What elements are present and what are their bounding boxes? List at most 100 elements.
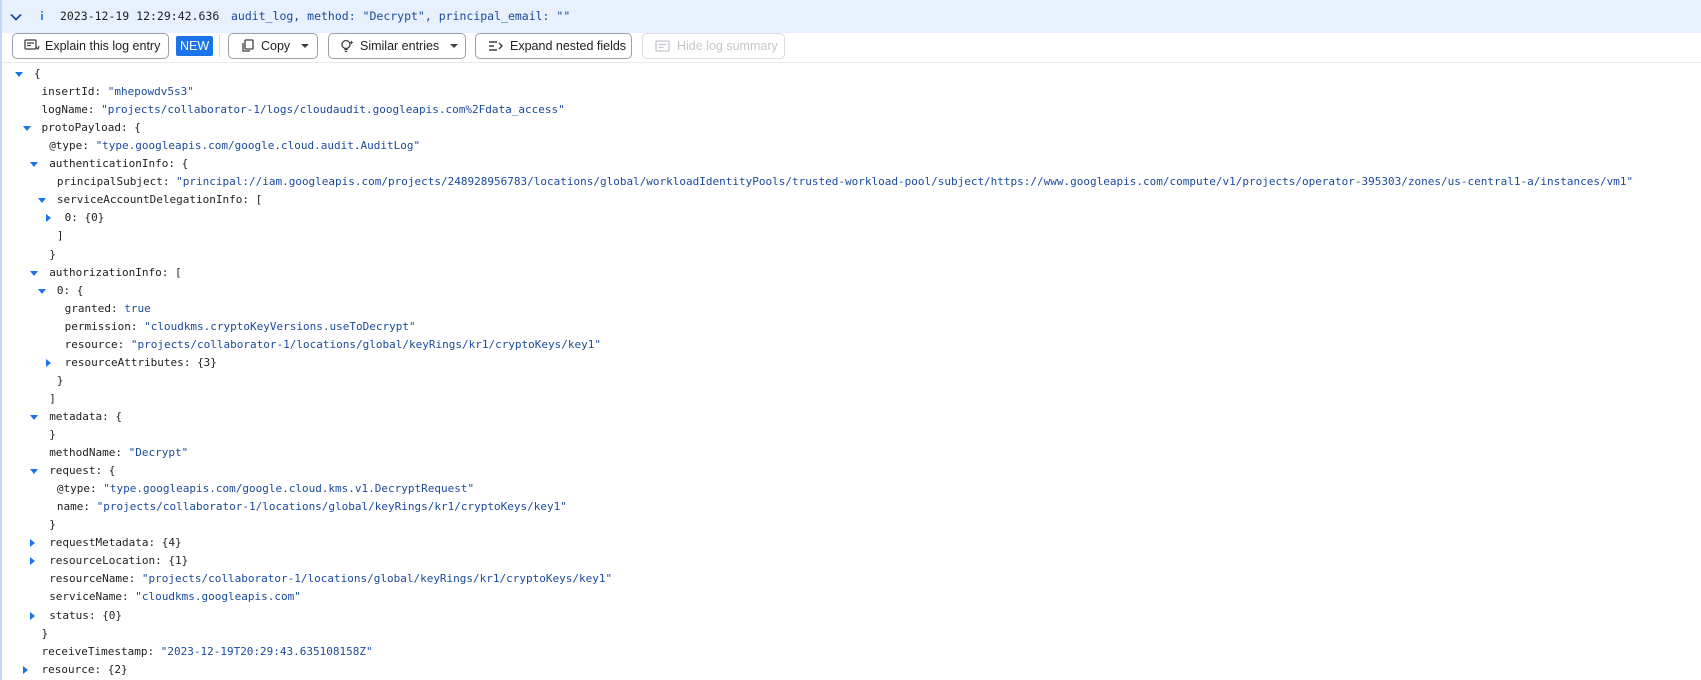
expand-triangle-icon[interactable] (45, 214, 51, 223)
expand-triangle-icon[interactable] (45, 358, 51, 367)
collapse-triangle-icon[interactable] (30, 414, 39, 420)
collapse-triangle-icon[interactable] (15, 72, 23, 77)
field-key: 0 (56, 283, 64, 297)
open-bracket: {1} (168, 554, 189, 568)
field-value: "mhepowdv5s3" (107, 85, 194, 99)
close-bracket: } (49, 247, 56, 261)
expand-nested-label: Expand nested fields (510, 39, 627, 53)
key-colon: : (162, 175, 177, 189)
field-key: resourceLocation (49, 554, 156, 568)
field-key: methodName (49, 446, 116, 460)
expand-triangle-icon[interactable] (22, 665, 28, 674)
open-bracket: {2} (107, 662, 128, 676)
collapse-triangle-icon[interactable] (37, 288, 46, 294)
entry-selection-bar (0, 0, 2, 680)
close-bracket: } (56, 373, 64, 387)
hide-log-summary-button[interactable]: Hide log summary (642, 33, 785, 59)
open-bracket: { (108, 464, 116, 478)
key-colon: : (147, 644, 161, 658)
key-colon: : (90, 482, 104, 496)
lightbulb-icon (341, 39, 354, 53)
key-colon: : (115, 446, 129, 460)
field-value: "projects/collaborator-1/locations/globa… (141, 572, 613, 586)
field-key: receiveTimestamp (41, 644, 148, 658)
field-value: "type.googleapis.com/google.cloud.kms.v1… (103, 482, 475, 496)
field-value: "projects/collaborator-1/locations/globa… (130, 337, 602, 351)
key-colon: : (120, 121, 135, 135)
explain-icon (24, 39, 40, 51)
key-colon: : (128, 572, 142, 586)
toolbar-divider (219, 35, 220, 57)
key-colon: : (168, 157, 182, 171)
key-colon: : (130, 319, 145, 333)
key-colon: : (88, 608, 103, 622)
log-summary-row[interactable]: 2023-12-19 12:29:42.636 audit_log, metho… (2, 0, 1701, 33)
field-key: resource (64, 337, 118, 351)
field-key: permission (64, 319, 131, 333)
info-icon (41, 11, 43, 20)
field-key: resourceName (49, 572, 129, 586)
copy-button[interactable]: Copy (228, 33, 318, 59)
caret-down-icon (301, 44, 310, 48)
key-colon: : (122, 590, 136, 604)
new-badge: NEW (176, 36, 214, 56)
field-value: "cloudkms.googleapis.com" (135, 590, 301, 604)
similar-entries-label: Similar entries (360, 39, 440, 53)
key-colon: : (94, 662, 108, 676)
close-bracket: } (49, 428, 56, 441)
field-value: "2023-12-19T20:29:43.635108158Z" (160, 644, 373, 658)
field-key: requestMetadata (49, 536, 149, 550)
toolbar-divider-line (2, 62, 1701, 63)
chevron-down-icon[interactable] (8, 9, 24, 25)
collapse-triangle-icon[interactable] (30, 270, 39, 276)
field-key: metadata (49, 409, 103, 423)
field-key: principalSubject (56, 175, 163, 189)
expand-triangle-icon[interactable] (30, 557, 36, 566)
expand-nested-fields-button[interactable]: Expand nested fields (475, 33, 632, 59)
field-value: "principal://iam.googleapis.com/projects… (176, 175, 1634, 189)
key-colon: : (95, 464, 109, 478)
field-key: authorizationInfo (49, 265, 162, 279)
expand-triangle-icon[interactable] (30, 611, 36, 620)
field-key: @type (56, 482, 91, 496)
copy-label: Copy (261, 39, 291, 53)
log-entry-toolbar: Explain this log entry NEW Copy Similar … (2, 33, 1701, 63)
key-colon: : (87, 103, 102, 117)
caret-down-icon (450, 44, 459, 48)
open-bracket: { (34, 67, 41, 80)
collapse-triangle-icon[interactable] (37, 198, 46, 204)
open-bracket: [ (255, 193, 263, 207)
close-bracket: } (41, 626, 49, 640)
field-value: "projects/collaborator-1/locations/globa… (96, 500, 567, 514)
collapse-triangle-icon[interactable] (30, 162, 39, 168)
open-bracket: {3} (197, 355, 217, 369)
key-colon: : (63, 283, 77, 297)
key-colon: : (83, 500, 97, 514)
field-value: true (124, 301, 151, 315)
open-bracket: { (181, 157, 189, 171)
key-colon: : (102, 409, 116, 423)
key-colon: : (148, 536, 162, 550)
log-timestamp: 2023-12-19 12:29:42.636 (60, 9, 220, 23)
open-bracket: [ (175, 265, 182, 279)
explain-log-entry-button[interactable]: Explain this log entry (12, 33, 169, 59)
field-key: authenticationInfo (49, 157, 169, 171)
similar-entries-button[interactable]: Similar entries (328, 33, 466, 59)
expand-triangle-icon[interactable] (30, 539, 36, 548)
collapse-triangle-icon[interactable] (30, 469, 39, 475)
field-key: protoPayload (41, 121, 121, 135)
field-key: serviceAccountDelegationInfo (56, 193, 243, 207)
key-colon: : (71, 211, 85, 225)
close-bracket: ] (49, 391, 56, 405)
open-bracket: {0} (102, 608, 123, 622)
key-colon: : (110, 301, 125, 315)
field-key: granted (64, 301, 111, 315)
collapse-triangle-icon[interactable] (22, 126, 31, 132)
open-bracket: {0} (84, 211, 105, 225)
key-colon: : (82, 139, 96, 153)
key-colon: : (94, 85, 108, 99)
field-key: insertId (41, 85, 95, 99)
open-bracket: {4} (161, 536, 182, 550)
close-bracket: } (49, 518, 56, 532)
expand-fields-icon (489, 41, 503, 51)
